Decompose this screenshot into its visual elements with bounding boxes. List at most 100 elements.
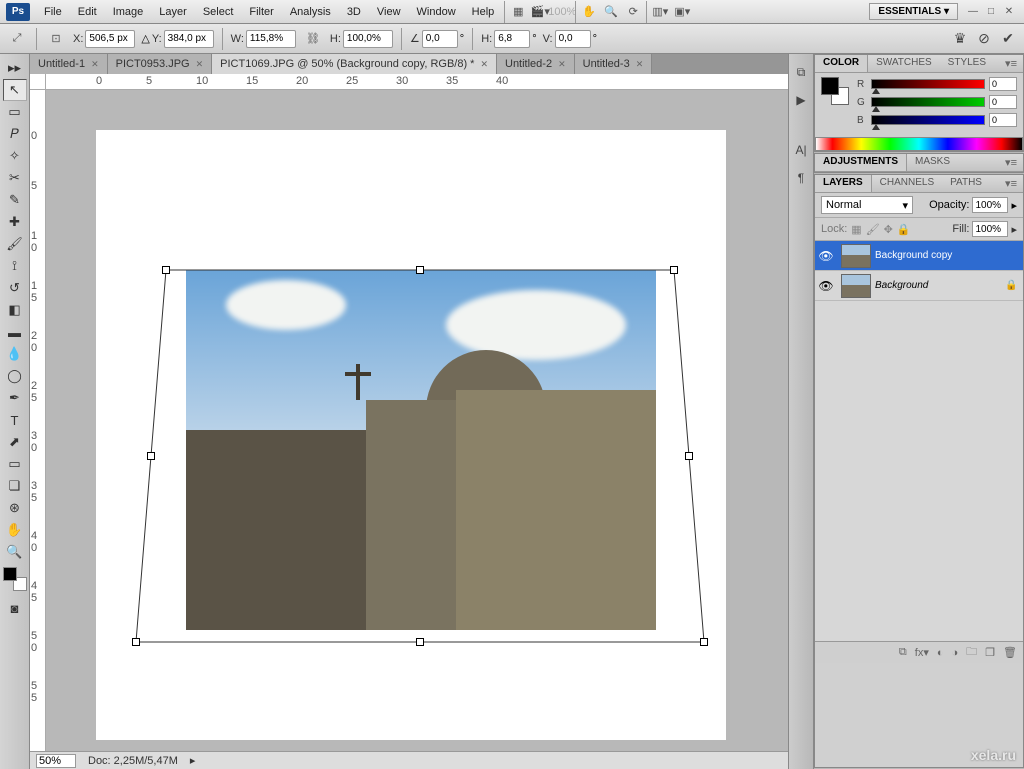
blur-tool[interactable]: 💧 (3, 343, 27, 365)
horizontal-ruler[interactable]: 0510152025303540 (46, 74, 788, 90)
angle-input[interactable] (422, 30, 458, 48)
color-spectrum[interactable] (815, 137, 1023, 151)
paths-tab[interactable]: PATHS (942, 175, 990, 192)
move-tool[interactable]: ↖ (3, 79, 27, 101)
eraser-tool[interactable]: ◧ (3, 299, 27, 321)
zoom-input[interactable] (36, 754, 76, 768)
healing-tool[interactable]: ✚ (3, 211, 27, 233)
transform-handle-ml[interactable] (147, 452, 155, 460)
layer-mask-icon[interactable]: ◐ (937, 647, 944, 659)
gradient-tool[interactable]: ▬ (3, 321, 27, 343)
layers-tab[interactable]: LAYERS (815, 175, 872, 192)
vertical-ruler[interactable]: 0510152025303540455055 (30, 90, 46, 751)
history-brush-tool[interactable]: ↺ (3, 277, 27, 299)
warp-mode-icon[interactable]: ♛ (950, 29, 970, 49)
type-tool[interactable]: T (3, 409, 27, 431)
blend-mode-select[interactable]: Normal▾ (821, 196, 913, 214)
dodge-tool[interactable]: ◯ (3, 365, 27, 387)
panel-menu-icon[interactable]: ▾≡ (999, 55, 1023, 72)
group-icon[interactable]: 🗀 (966, 643, 977, 662)
skewh-input[interactable] (494, 30, 530, 48)
canvas-viewport[interactable] (46, 90, 788, 751)
lasso-tool[interactable]: 𝛲 (3, 123, 27, 145)
layer-thumbnail[interactable] (841, 244, 871, 268)
menu-help[interactable]: Help (464, 2, 503, 22)
close-icon[interactable]: ✕ (196, 59, 204, 70)
layer-thumbnail[interactable] (841, 274, 871, 298)
3d-tool[interactable]: ❏ (3, 475, 27, 497)
menu-file[interactable]: File (36, 2, 70, 22)
menu-window[interactable]: Window (409, 2, 464, 22)
lock-position-icon[interactable]: ✥ (884, 223, 893, 236)
zoom-tool-icon[interactable]: 🔍 (600, 2, 622, 22)
hand-tool-icon[interactable]: ✋ (578, 2, 600, 22)
x-input[interactable] (85, 30, 135, 48)
zoom-level-display[interactable]: 100% (551, 2, 573, 22)
adjustment-layer-icon[interactable]: ◑ (952, 647, 959, 659)
transform-handle-br[interactable] (700, 638, 708, 646)
marquee-tool[interactable]: ▭ (3, 101, 27, 123)
doc-tab[interactable]: Untitled-3✕ (575, 54, 653, 74)
menu-layer[interactable]: Layer (151, 2, 195, 22)
menu-image[interactable]: Image (105, 2, 152, 22)
layer-name[interactable]: Background (875, 280, 1005, 291)
stamp-tool[interactable]: ⟟ (3, 255, 27, 277)
foreground-color-swatch[interactable] (3, 567, 17, 581)
layer-row[interactable]: 👁 Background 🔒 (815, 271, 1023, 301)
close-button[interactable]: ✕ (1002, 5, 1016, 19)
swatches-tab[interactable]: SWATCHES (868, 55, 940, 72)
rotate-view-icon[interactable]: ⟳ (622, 2, 644, 22)
layer-row[interactable]: 👁 Background copy (815, 241, 1023, 271)
masks-tab[interactable]: MASKS (907, 154, 958, 171)
hand-tool[interactable]: ✋ (3, 519, 27, 541)
transform-handle-tl[interactable] (162, 266, 170, 274)
status-arrow-icon[interactable]: ▸ (190, 754, 196, 767)
panel-menu-icon[interactable]: ▾≡ (999, 175, 1023, 192)
opacity-input[interactable] (972, 197, 1008, 213)
close-icon[interactable]: ✕ (91, 59, 99, 70)
menu-view[interactable]: View (369, 2, 409, 22)
quickmask-tool[interactable]: ◙ (3, 597, 27, 619)
menu-select[interactable]: Select (195, 2, 242, 22)
cancel-transform-button[interactable]: ⊘ (974, 29, 994, 49)
3d-camera-tool[interactable]: ⊛ (3, 497, 27, 519)
g-input[interactable] (989, 95, 1017, 109)
color-swatches[interactable] (3, 567, 27, 591)
panel-menu-icon[interactable]: ▾≡ (999, 154, 1023, 171)
doc-tab[interactable]: PICT0953.JPG✕ (108, 54, 213, 74)
menu-analysis[interactable]: Analysis (282, 2, 339, 22)
path-select-tool[interactable]: ⬈ (3, 431, 27, 453)
menu-3d[interactable]: 3D (339, 2, 369, 22)
layer-name[interactable]: Background copy (875, 250, 1023, 261)
color-swatch-pair[interactable] (821, 77, 849, 105)
skewv-input[interactable] (555, 30, 591, 48)
launch-bridge-icon[interactable]: ▦ (507, 2, 529, 22)
visibility-icon[interactable]: 👁 (815, 249, 837, 263)
g-slider[interactable] (871, 97, 985, 107)
workspace-switcher[interactable]: ESSENTIALS ▾ (869, 3, 958, 20)
pen-tool[interactable]: ✒ (3, 387, 27, 409)
close-icon[interactable]: ✕ (558, 59, 566, 70)
zoom-tool[interactable]: 🔍 (3, 541, 27, 563)
arrange-docs-icon[interactable]: ▥▾ (649, 2, 671, 22)
styles-tab[interactable]: STYLES (940, 55, 994, 72)
adjustments-tab[interactable]: ADJUSTMENTS (815, 154, 907, 171)
transform-tool-icon[interactable]: ⤢ (6, 29, 28, 49)
close-icon[interactable]: ✕ (480, 59, 488, 70)
eyedropper-tool[interactable]: ✎ (3, 189, 27, 211)
chevron-right-icon[interactable]: ▸ (1011, 199, 1017, 212)
character-panel-icon[interactable]: A| (791, 140, 811, 160)
lock-pixels-icon[interactable]: 🖌 (866, 223, 880, 236)
maximize-button[interactable]: □ (984, 5, 998, 19)
ruler-origin[interactable] (30, 74, 46, 90)
visibility-icon[interactable]: 👁 (815, 279, 837, 293)
transform-handle-bm[interactable] (416, 638, 424, 646)
channels-tab[interactable]: CHANNELS (872, 175, 942, 192)
link-layers-icon[interactable]: ⧉ (899, 646, 907, 659)
transform-handle-tm[interactable] (416, 266, 424, 274)
brush-tool[interactable]: 🖌 (3, 233, 27, 255)
w-input[interactable] (246, 30, 296, 48)
lock-transparent-icon[interactable]: ▦ (851, 223, 861, 236)
history-panel-icon[interactable]: ⧉ (791, 62, 811, 82)
link-wh-icon[interactable]: ⛓ (302, 29, 324, 49)
